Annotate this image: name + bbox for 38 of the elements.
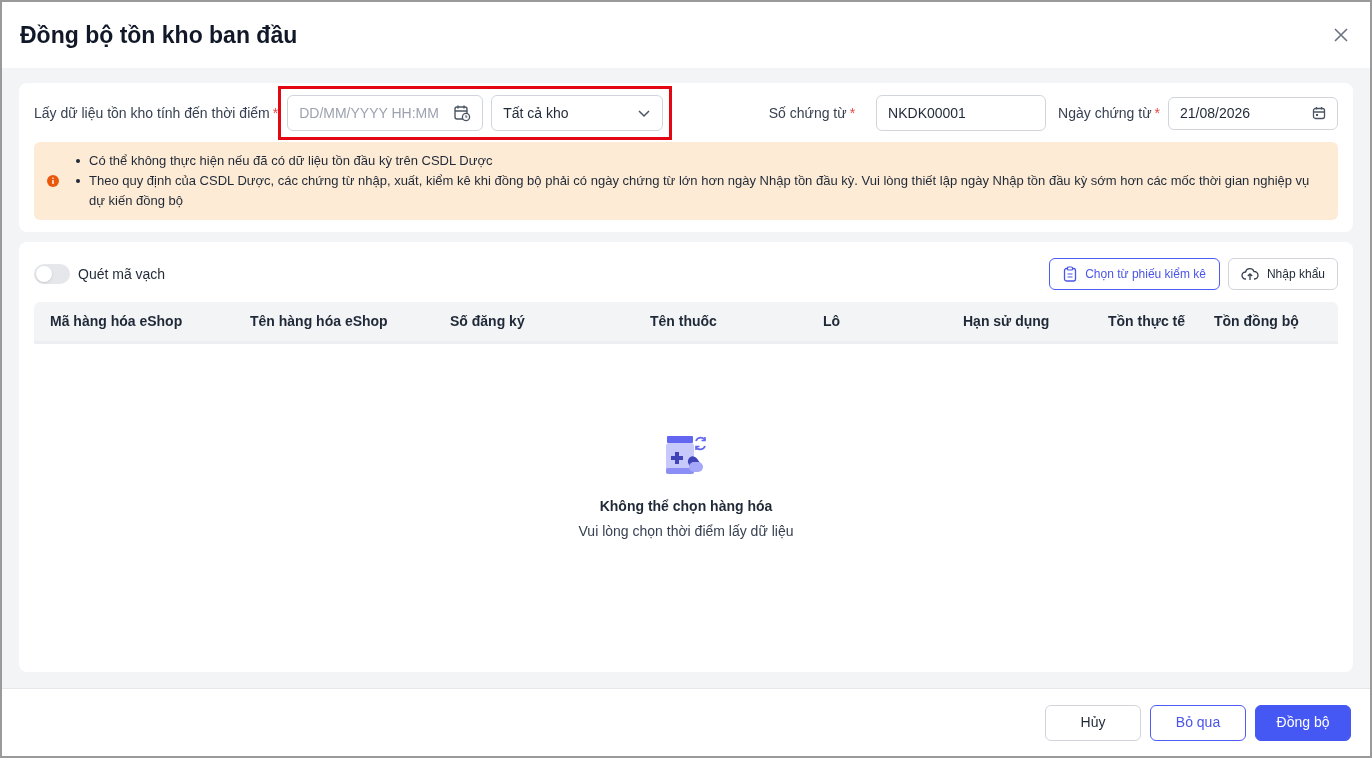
medicine-bottle-icon <box>665 434 707 476</box>
empty-state-message: Vui lòng chọn thời điểm lấy dữ liệu <box>578 522 794 541</box>
skip-button[interactable]: Bỏ qua <box>1150 704 1246 741</box>
document-number-field[interactable]: NKDK00001 <box>876 95 1047 131</box>
column-header: Tồn đồng bộ <box>1214 312 1300 331</box>
toggle-label: Quét mã vạch <box>78 264 166 284</box>
calendar-clock-icon <box>453 104 472 122</box>
column-header: Hạn sử dụng <box>963 312 1051 331</box>
notice-text: Theo quy định của CSDL Dược, các chứng từ nhập, xuất, kiểm kê khi đồng bộ phải có ngày chứng từ lớn hơn ngày Nhập tồn đầu kỳ. Vui lòng thiết lập ngày Nhập tồn đầu kỳ sớm hơn các mốc thời gian nghiệp vụ dự kiến đồng bộ <box>89 172 1311 210</box>
bullet-icon <box>76 179 80 183</box>
bullet-icon <box>76 159 80 163</box>
calendar-icon <box>1312 106 1326 120</box>
import-button[interactable]: Nhập khẩu <box>1227 258 1338 290</box>
document-date-field[interactable]: 21/08/2026 <box>1168 96 1338 130</box>
required-mark: * <box>272 104 279 121</box>
column-header: Số đăng ký <box>450 312 526 331</box>
column-header: Tên hàng hóa eShop <box>250 312 389 331</box>
field-label: Số chứng từ * <box>768 103 856 123</box>
close-icon[interactable] <box>1333 27 1349 43</box>
column-header: Tồn thực tế <box>1108 312 1187 331</box>
select-from-inventory-button[interactable]: Chọn từ phiếu kiểm kê <box>1049 258 1220 290</box>
info-icon <box>47 175 59 187</box>
column-header: Lô <box>823 312 842 331</box>
sync-button[interactable]: Đồng bộ <box>1255 704 1351 741</box>
field-label: Ngày chứng từ * <box>1058 103 1160 123</box>
column-header: Tên thuốc <box>650 312 718 331</box>
empty-state-title: Không thể chọn hàng hóa <box>599 497 773 516</box>
required-mark: * <box>849 104 856 121</box>
field-label: Lấy dữ liệu tồn kho tính đến thời điểm * <box>34 103 279 123</box>
cancel-button[interactable]: Hủy <box>1045 704 1141 741</box>
warehouse-dropdown[interactable]: Tất cả kho <box>491 95 664 131</box>
toggle-switch[interactable] <box>34 264 70 284</box>
cloud-upload-icon <box>1240 267 1259 281</box>
column-header: Mã hàng hóa eShop <box>50 312 184 331</box>
notice-text: Có thể không thực hiện nếu đã có dữ liệu tồn đầu kỳ trên CSDL Dược <box>89 152 493 170</box>
dialog-title: Đồng bộ tồn kho ban đầu <box>20 20 298 50</box>
clipboard-icon <box>1063 266 1078 282</box>
required-mark: * <box>1154 104 1160 121</box>
